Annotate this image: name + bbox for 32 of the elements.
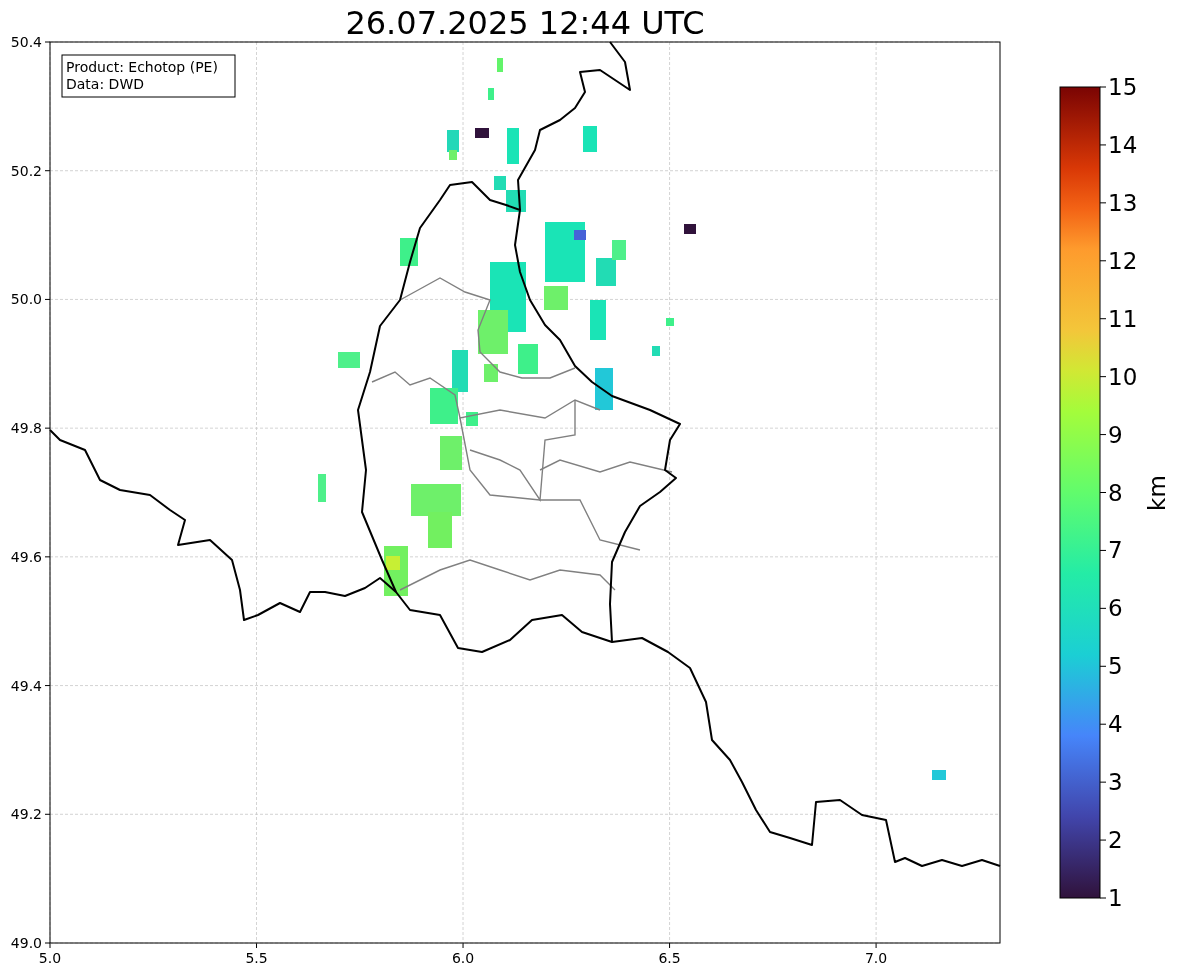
y-tick-label: 50.4	[10, 34, 42, 50]
y-tick-label: 49.4	[10, 677, 42, 694]
legend-text: Product: Echotop (PE)	[66, 59, 218, 75]
colorbar-tick-label: 7	[1108, 537, 1123, 564]
colorbar-tick-label: 4	[1108, 711, 1123, 738]
x-tick-label: 7.0	[864, 950, 888, 966]
y-tick-label: 50.2	[10, 162, 42, 179]
x-tick-label: 6.0	[451, 950, 475, 966]
colorbar-tick-label: 2	[1108, 827, 1123, 854]
x-tick-label: 5.5	[245, 950, 268, 966]
y-tick-label: 49.0	[10, 935, 42, 951]
x-tick-label: 6.5	[658, 950, 681, 966]
colorbar-tick-label: 13	[1108, 189, 1138, 216]
colorbar-tick-label: 5	[1108, 653, 1123, 680]
colorbar-tick-label: 1	[1108, 885, 1123, 911]
colorbar-tick-label: 8	[1108, 479, 1123, 506]
colorbar-label: km	[1144, 475, 1170, 511]
y-tick-label: 49.2	[10, 806, 42, 823]
figure-title: 26.07.2025 12:44 UTC	[345, 4, 705, 42]
x-tick-label: 5.0	[38, 950, 62, 966]
y-tick-label: 49.8	[10, 420, 42, 437]
colorbar-tick-label: 6	[1108, 595, 1123, 622]
colorbar-tick-label: 14	[1108, 131, 1138, 158]
colorbar-tick-label: 10	[1108, 363, 1138, 390]
colorbar-tick-label: 9	[1108, 421, 1123, 448]
colorbar-tick-label: 11	[1108, 305, 1138, 332]
y-tick-label: 50.0	[10, 291, 42, 308]
legend-text: Data: DWD	[66, 76, 144, 92]
colorbar-tick-label: 12	[1108, 247, 1138, 274]
colorbar-tick-label: 3	[1108, 769, 1123, 796]
y-tick-label: 49.6	[10, 548, 42, 565]
colorbar-tick-label: 15	[1108, 74, 1138, 100]
